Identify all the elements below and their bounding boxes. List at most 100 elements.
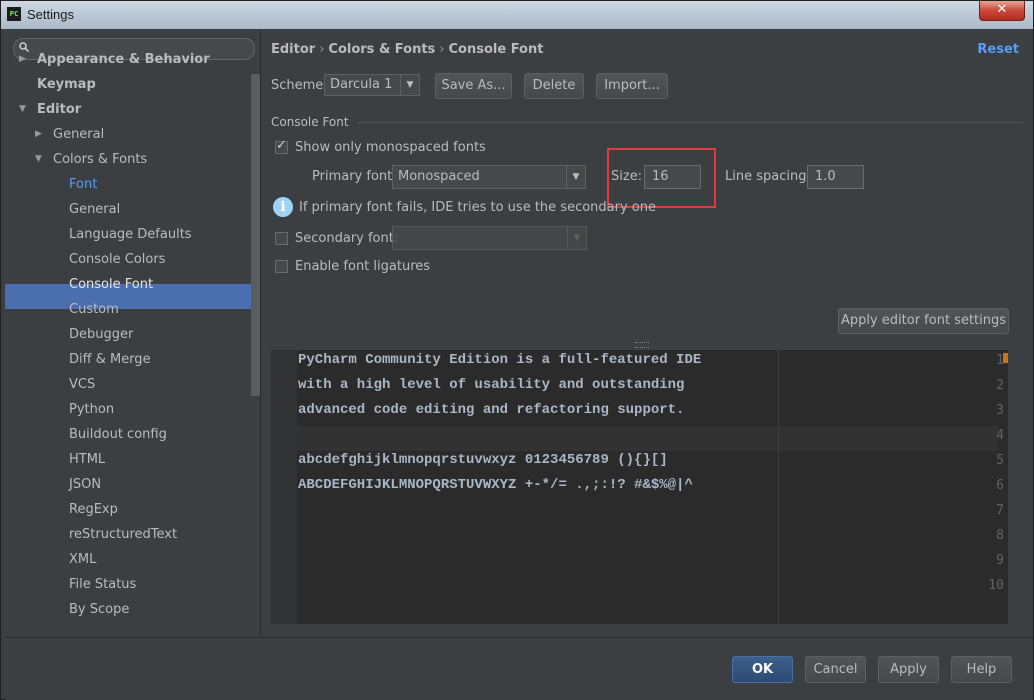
close-button[interactable]: ✕ <box>979 1 1025 21</box>
sidebar-item-language-defaults[interactable]: Language Defaults <box>69 222 192 247</box>
line-number-gutter <box>271 350 297 624</box>
sidebar-item-label: Editor <box>37 102 82 117</box>
sidebar-item-label: Appearance & Behavior <box>37 52 210 67</box>
sidebar-item-buildout-config[interactable]: Buildout config <box>69 422 167 447</box>
sidebar-scrollbar[interactable] <box>251 74 260 396</box>
font-ligatures-label: Enable font ligatures <box>295 259 431 274</box>
sidebar-item-regexp[interactable]: RegExp <box>69 497 118 522</box>
apply-button[interactable]: Apply <box>878 656 939 683</box>
sidebar-item-label: XML <box>69 552 97 567</box>
sidebar-item-label: reStructuredText <box>69 527 178 542</box>
settings-content: Editor › Colors & Fonts › Console Font Reset… <box>261 30 1033 636</box>
error-stripe-marker[interactable] <box>1003 353 1008 363</box>
sidebar-item-html[interactable]: HTML <box>69 447 105 472</box>
splitter-grip[interactable] <box>635 342 649 348</box>
sidebar-item-general[interactable]: ▶ General <box>35 122 105 147</box>
sidebar-item-keymap[interactable]: Keymap <box>37 72 96 97</box>
sidebar-item-xml[interactable]: XML <box>69 547 96 572</box>
show-monospaced-checkbox[interactable] <box>275 138 288 154</box>
sidebar-item-label: Debugger <box>69 327 134 342</box>
sidebar-item-diff-merge[interactable]: Diff & Merge <box>69 347 151 372</box>
sidebar-item-colors-fonts[interactable]: ▼ Colors & Fonts <box>35 147 147 172</box>
pycharm-app-icon: PC <box>7 7 21 21</box>
font-ligatures-checkbox[interactable] <box>275 260 288 273</box>
sidebar-item-custom[interactable]: Custom <box>69 297 119 322</box>
expanded-arrow-icon[interactable]: ▼ <box>35 147 42 172</box>
section-divider <box>357 122 1023 123</box>
breadcrumb-separator: › <box>439 42 445 57</box>
sidebar-item-label: Console Colors <box>69 252 166 267</box>
info-icon: i <box>273 197 293 217</box>
sidebar-item-label: Console Font <box>69 277 154 292</box>
sidebar-item-console-font[interactable]: Console Font <box>69 272 153 297</box>
sidebar-item-file-status[interactable]: File Status <box>69 572 136 597</box>
secondary-font-label: Secondary font: <box>295 231 399 246</box>
line-number: 7 <box>996 503 1004 518</box>
sidebar-item-label: VCS <box>69 377 96 392</box>
sidebar-item-debugger[interactable]: Debugger <box>69 322 133 347</box>
preview-code-line: ABCDEFGHIJKLMNOPQRSTUVWXYZ +-*/= .,;:!? … <box>298 477 693 493</box>
sidebar-item-label: General <box>53 127 105 142</box>
sidebar-item-label: RegExp <box>69 502 118 517</box>
highlight-annotation-box <box>607 148 716 208</box>
sidebar-item-python[interactable]: Python <box>69 397 114 422</box>
sidebar-item-label: By Scope <box>69 602 130 617</box>
line-number: 2 <box>996 378 1004 393</box>
show-monospaced-label: Show only monospaced fonts <box>295 140 486 155</box>
sidebar-item-font[interactable]: Font <box>69 172 97 197</box>
sidebar-item-label: Keymap <box>37 77 96 92</box>
line-number: 8 <box>996 528 1004 543</box>
sidebar-item-label: Language Defaults <box>69 227 192 242</box>
import-button[interactable]: Import... <box>596 73 668 99</box>
expanded-arrow-icon[interactable]: ▼ <box>19 97 26 122</box>
preview-code-line: abcdefghijklmnopqrstuvwxyz 0123456789 ()… <box>298 452 668 468</box>
chevron-down-icon: ▼ <box>566 166 585 188</box>
breadcrumb-separator: › <box>319 42 325 57</box>
sidebar-item-label: Buildout config <box>69 427 167 442</box>
sidebar-item-label: Python <box>69 402 115 417</box>
reset-link[interactable]: Reset <box>977 42 1019 57</box>
sidebar-item-general[interactable]: General <box>69 197 120 222</box>
console-font-section-label: Console Font <box>271 115 349 129</box>
sidebar-item-restructuredtext[interactable]: reStructuredText <box>69 522 177 547</box>
scheme-select[interactable]: Darcula 1 ▼ <box>324 74 420 96</box>
line-number: 3 <box>996 403 1004 418</box>
sidebar-item-json[interactable]: JSON <box>69 472 101 497</box>
collapsed-arrow-icon[interactable]: ▶ <box>35 122 42 147</box>
delete-button[interactable]: Delete <box>524 73 584 99</box>
sidebar-item-label: File Status <box>69 577 137 592</box>
sidebar-item-by-scope[interactable]: By Scope <box>69 597 129 622</box>
primary-font-label: Primary font: <box>312 169 397 184</box>
preview-code-line: with a high level of usability and outst… <box>298 377 685 393</box>
collapsed-arrow-icon[interactable]: ▶ <box>19 47 26 72</box>
sidebar-item-appearance-behavior[interactable]: ▶ Appearance & Behavior <box>19 47 210 72</box>
help-button[interactable]: Help <box>951 656 1012 683</box>
console-preview-editor[interactable]: 1 PyCharm Community Edition is a full-fea… <box>271 350 1008 624</box>
apply-editor-font-settings-button[interactable]: Apply editor font settings <box>838 308 1009 334</box>
secondary-font-checkbox[interactable] <box>275 232 288 245</box>
primary-font-select[interactable]: Monospaced ▼ <box>392 165 586 189</box>
right-margin-guide <box>778 350 779 624</box>
settings-sidebar: ▶ Appearance & Behavior Keymap ▼ Editor ▶ Gene… <box>5 30 261 636</box>
line-number: 4 <box>996 428 1004 443</box>
line-number: 1 <box>996 353 1004 368</box>
sidebar-item-console-colors[interactable]: Console Colors <box>69 247 165 272</box>
sidebar-item-vcs[interactable]: VCS <box>69 372 95 397</box>
window-title: Settings <box>27 7 74 22</box>
sidebar-item-editor[interactable]: ▼ Editor <box>19 97 82 122</box>
save-as-button[interactable]: Save As... <box>435 73 512 99</box>
sidebar-item-label: Custom <box>69 302 119 317</box>
chevron-down-icon: ▼ <box>567 227 586 249</box>
line-number: 6 <box>996 478 1004 493</box>
line-spacing-field[interactable]: 1.0 <box>807 165 864 189</box>
secondary-font-select[interactable]: ▼ <box>392 226 587 250</box>
line-spacing-label: Line spacing: <box>725 169 811 184</box>
title-bar: PC Settings ✕ <box>1 1 1033 29</box>
settings-window: PC Settings ✕ ▶ Appearance & Behavior Keym… <box>0 0 1034 700</box>
sidebar-item-label: Font <box>69 177 98 192</box>
cancel-button[interactable]: Cancel <box>805 656 866 683</box>
ok-button[interactable]: OK <box>732 656 793 683</box>
fallback-info-text: If primary font fails, IDE tries to use … <box>299 200 656 215</box>
sidebar-item-label: General <box>69 202 121 217</box>
line-number: 9 <box>996 553 1004 568</box>
